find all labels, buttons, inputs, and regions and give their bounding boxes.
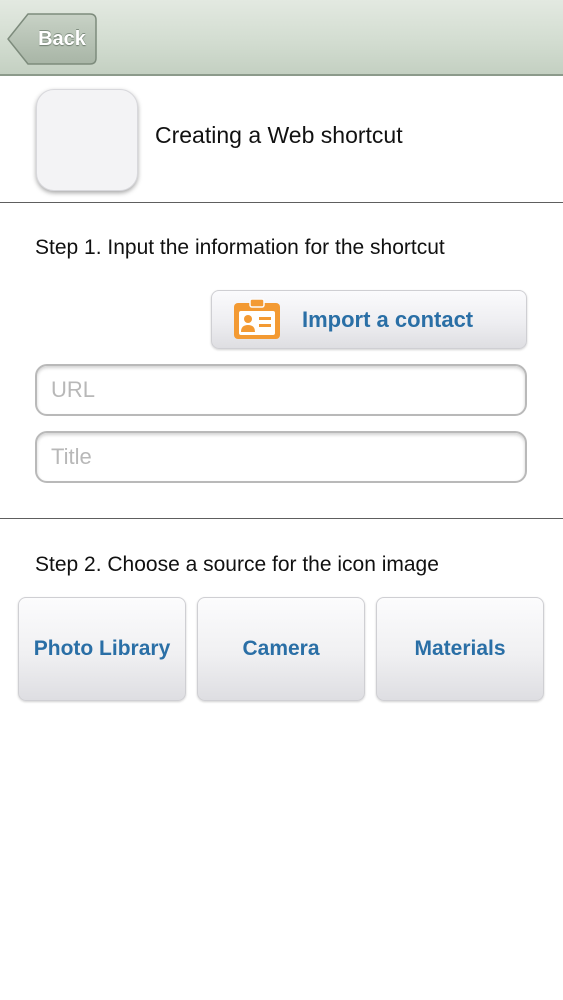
shortcut-icon-preview	[36, 89, 138, 191]
title-input[interactable]	[35, 431, 527, 483]
step2-label: Step 2. Choose a source for the icon ima…	[35, 553, 439, 576]
import-contact-label: Import a contact	[302, 307, 474, 332]
import-contact-button[interactable]: Import a contact	[211, 290, 527, 349]
materials-button[interactable]: Materials	[376, 597, 544, 701]
url-input[interactable]	[35, 364, 527, 416]
page-title: Creating a Web shortcut	[155, 122, 403, 148]
navigation-bar: Back	[0, 0, 563, 76]
shortcut-header: Creating a Web shortcut	[0, 76, 563, 202]
step1-label: Step 1. Input the information for the sh…	[35, 236, 445, 259]
camera-button[interactable]: Camera	[197, 597, 365, 701]
section-divider	[0, 518, 563, 519]
contact-card-icon	[234, 298, 280, 339]
photo-library-button[interactable]: Photo Library	[18, 597, 186, 701]
back-button-label: Back	[38, 28, 86, 50]
back-button[interactable]: Back	[6, 13, 98, 65]
section-divider	[0, 202, 563, 203]
